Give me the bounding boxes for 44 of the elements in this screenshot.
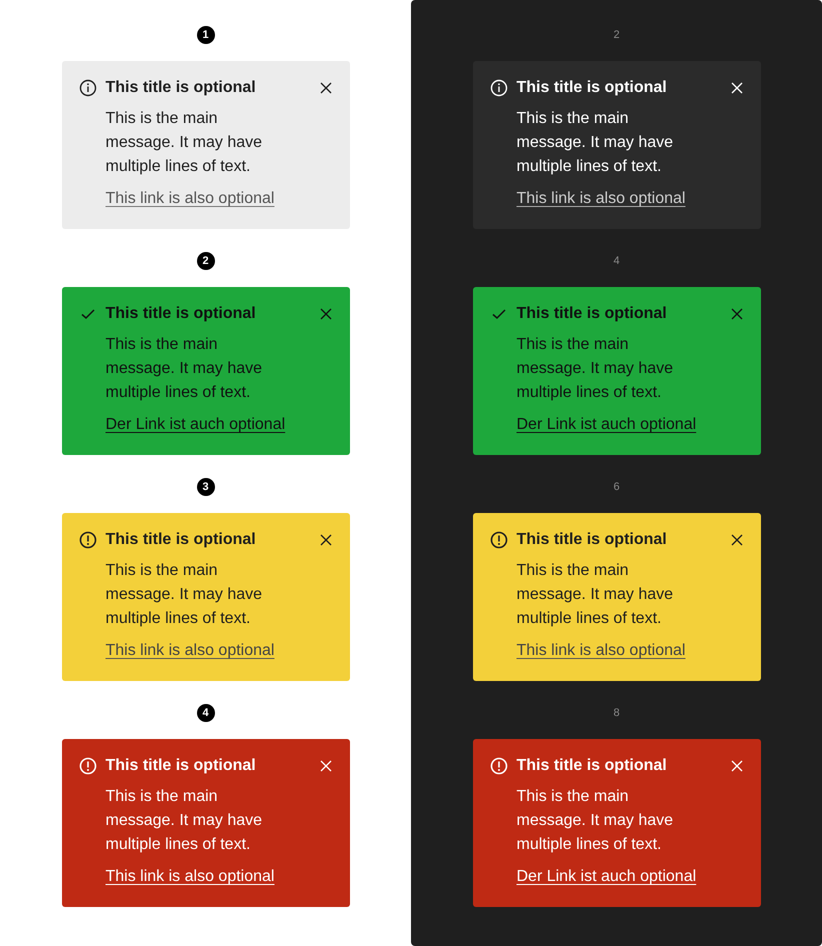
close-button[interactable]	[728, 80, 744, 96]
number-label: 2	[613, 28, 620, 43]
number-badge: 4	[196, 704, 214, 722]
alert-link[interactable]: This link is also optional	[106, 867, 274, 887]
exclamation-icon	[78, 531, 96, 549]
alert-title: This title is optional	[106, 530, 257, 550]
alert-title: This title is optional	[106, 78, 257, 98]
alert-title: This title is optional	[516, 78, 668, 98]
alert-message: This is the main message. It may have multiple lines of text.	[516, 335, 674, 403]
alert-message: This is the main message. It may have multiple lines of text.	[516, 109, 674, 177]
alert-link[interactable]: This link is also optional	[516, 189, 686, 209]
alert-message: This is the main message. It may have multiple lines of text.	[516, 561, 674, 629]
number-label: 8	[613, 706, 620, 721]
info-icon	[78, 79, 96, 97]
close-button[interactable]	[728, 306, 744, 322]
alert-message: This is the main message. It may have multiple lines of text.	[106, 109, 264, 177]
info-icon	[490, 79, 508, 97]
alert-link[interactable]: This link is also optional	[106, 641, 274, 661]
exclamation-icon	[490, 757, 508, 775]
number-badge: 3	[196, 478, 214, 496]
exclamation-icon	[78, 757, 96, 775]
alert-title: This title is optional	[516, 756, 668, 776]
alert-link[interactable]: Der Link ist auch optional	[516, 415, 696, 435]
close-button[interactable]	[318, 532, 334, 548]
alert-link[interactable]: Der Link ist auch optional	[106, 415, 286, 435]
close-button[interactable]	[728, 532, 744, 548]
alert-title: This title is optional	[106, 756, 257, 776]
close-button[interactable]	[318, 80, 334, 96]
alert-title: This title is optional	[516, 530, 668, 550]
alert-link[interactable]: Der Link ist auch optional	[516, 867, 696, 887]
number-label: 4	[613, 254, 620, 269]
alert-message: This is the main message. It may have multiple lines of text.	[106, 335, 264, 403]
alert-title: This title is optional	[106, 304, 257, 324]
number-label: 6	[613, 480, 620, 495]
alert-link[interactable]: This link is also optional	[516, 641, 686, 661]
number-badge: 1	[196, 26, 214, 44]
close-button[interactable]	[318, 306, 334, 322]
alert-message: This is the main message. It may have multiple lines of text.	[106, 787, 264, 855]
number-badge: 2	[196, 252, 214, 270]
alert-message: This is the main message. It may have multiple lines of text.	[516, 787, 674, 855]
exclamation-icon	[490, 531, 508, 549]
alert-message: This is the main message. It may have multiple lines of text.	[106, 561, 264, 629]
alert-link[interactable]: This link is also optional	[106, 189, 274, 209]
alert-title: This title is optional	[516, 304, 668, 324]
